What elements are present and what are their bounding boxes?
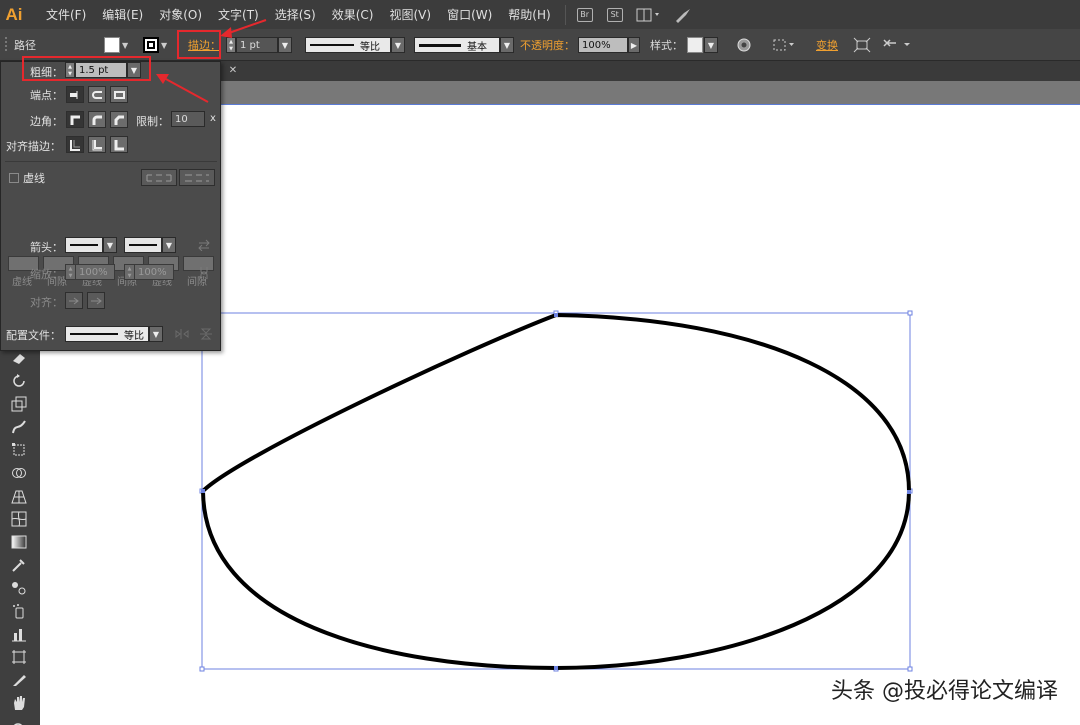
arrow-tip-at-end-icon[interactable] [87,292,105,309]
profile-line-icon [70,333,118,335]
link-scale-icon[interactable] [198,265,210,284]
anchor-point[interactable] [554,313,558,317]
bounding-handle[interactable] [907,666,913,672]
butt-cap-icon[interactable] [66,86,84,103]
dash-align-corners-icon[interactable] [179,169,215,186]
dash-preserve-icon[interactable] [141,169,177,186]
start-scale-field[interactable]: ▲ ▼ 100% [65,264,115,280]
align-outside-icon[interactable] [110,136,128,153]
scale-label: 缩放： [30,268,63,281]
flip-across-icon[interactable] [199,328,213,343]
shape-builder-tool-icon[interactable] [10,464,28,482]
anchor-point[interactable] [907,490,911,494]
corner-label: 边角： [30,115,63,128]
blend-tool-icon[interactable] [10,579,28,597]
eyedropper-tool-icon[interactable] [10,556,28,574]
miter-join-icon[interactable] [66,111,84,128]
selection-bounding-box[interactable] [201,312,911,670]
end-scale-value: 100% [138,266,167,278]
free-transform-tool-icon[interactable] [10,441,28,459]
eraser-tool-icon[interactable] [10,349,28,367]
anchor-point[interactable] [201,489,205,493]
round-join-icon[interactable] [88,111,106,128]
chevron-down-icon[interactable]: ▼ [103,237,117,253]
dashed-checkbox[interactable] [9,173,19,183]
divider [5,161,217,162]
illustrator-window: Ai 文件(F) 编辑(E) 对象(O) 文字(T) 选择(S) 效果(C) 视… [0,0,1080,725]
swap-arrowheads-icon[interactable] [197,239,211,254]
column-graph-tool-icon[interactable] [10,625,28,643]
dashed-label: 虚线 [23,172,45,185]
bevel-join-icon[interactable] [110,111,128,128]
profile-label: 配置文件： [6,329,61,342]
profile-select[interactable]: 等比 ▼ [65,326,163,342]
start-scale-value: 100% [79,266,108,278]
profile-value: 等比 [124,330,144,342]
end-scale-field[interactable]: ▲ ▼ 100% [124,264,174,280]
rotate-tool-icon[interactable] [10,372,28,390]
align-stroke-label: 对齐描边： [6,140,61,153]
flip-along-icon[interactable] [175,328,189,343]
gradient-tool-icon[interactable] [10,533,28,551]
limit-field[interactable]: 10 [171,111,205,127]
arrowheads-label: 箭头： [30,241,63,254]
bounding-handle[interactable] [907,310,913,316]
chevron-down-icon[interactable]: ▼ [162,237,176,253]
limit-label: 限制： [136,115,169,128]
selected-path[interactable] [200,312,912,671]
symbol-sprayer-tool-icon[interactable] [10,602,28,620]
projecting-cap-icon[interactable] [110,86,128,103]
slice-tool-icon[interactable] [10,671,28,689]
align-inside-icon[interactable] [88,136,106,153]
bounding-handle[interactable] [199,666,205,672]
cap-label: 端点： [30,89,63,102]
round-cap-icon[interactable] [88,86,106,103]
chevron-down-icon[interactable]: ▼ [149,326,163,342]
arrow-tip-beyond-icon[interactable] [65,292,83,309]
anchor-point[interactable] [554,666,558,670]
align-center-icon[interactable] [66,136,84,153]
dash-1-label: 虚线 [12,277,32,288]
limit-unit: x [210,113,216,124]
zoom-tool-icon[interactable] [10,717,28,725]
watermark: 头条 @投必得论文编译 [831,679,1058,704]
scale-tool-icon[interactable] [10,395,28,413]
end-arrowhead-select[interactable]: ▼ [124,237,176,253]
artboard-tool-icon[interactable] [10,648,28,666]
start-arrowhead-select[interactable]: ▼ [65,237,117,253]
annotation-arrow-weight [156,74,209,103]
hand-tool-icon[interactable] [10,694,28,712]
perspective-grid-tool-icon[interactable] [10,487,28,505]
weight-highlight-box [22,56,151,81]
mesh-tool-icon[interactable] [10,510,28,528]
align-arrow-label: 对齐： [30,296,63,309]
warp-tool-icon[interactable] [10,418,28,436]
